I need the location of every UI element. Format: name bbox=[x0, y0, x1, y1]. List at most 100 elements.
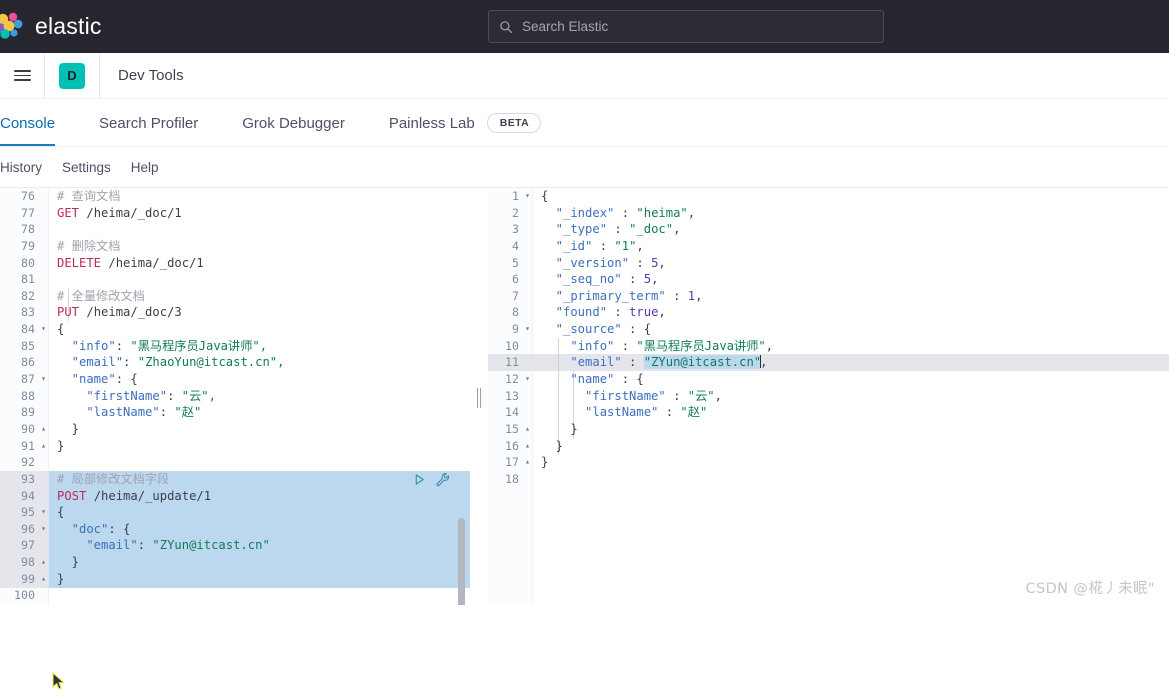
request-editor-pane[interactable]: 76# 查询文档77GET /heima/_doc/17879# 删除文档80D… bbox=[0, 188, 470, 608]
line-number: 6 bbox=[488, 271, 522, 288]
code-line[interactable]: 99▴} bbox=[0, 571, 470, 588]
code-line[interactable]: 18 bbox=[488, 471, 1169, 488]
console-editor-area: 76# 查询文档77GET /heima/_doc/17879# 删除文档80D… bbox=[0, 188, 1169, 608]
play-triangle-icon[interactable] bbox=[413, 473, 426, 491]
history-button[interactable]: History bbox=[0, 160, 42, 175]
mouse-cursor bbox=[52, 672, 66, 692]
console-sub-toolbar: History Settings Help bbox=[0, 147, 1169, 188]
code-line[interactable]: 87▾ "name": { bbox=[0, 371, 470, 388]
line-number: 11 bbox=[488, 354, 522, 371]
code-line[interactable]: 13 "firstName" : "云", bbox=[488, 388, 1169, 405]
help-button[interactable]: Help bbox=[131, 160, 159, 175]
code-line[interactable]: 8 "found" : true, bbox=[488, 304, 1169, 321]
settings-button[interactable]: Settings bbox=[62, 160, 111, 175]
fold-toggle-icon[interactable]: ▾ bbox=[38, 321, 49, 338]
code-line[interactable]: 92 bbox=[0, 454, 470, 471]
line-number: 91 bbox=[0, 438, 38, 455]
tab-label: Grok Debugger bbox=[242, 115, 345, 132]
request-actions[interactable] bbox=[413, 473, 450, 490]
code-line[interactable]: 91▴} bbox=[0, 438, 470, 455]
response-viewer-pane[interactable]: 1▾{2 "_index" : "heima",3 "_type" : "_do… bbox=[488, 188, 1169, 608]
line-number: 79 bbox=[0, 238, 38, 255]
code-line[interactable]: 88 "firstName": "云", bbox=[0, 388, 470, 405]
code-line[interactable]: 82# 全量修改文档 bbox=[0, 288, 470, 305]
code-line[interactable]: 83PUT /heima/_doc/3 bbox=[0, 304, 470, 321]
tab-painless-lab[interactable]: Painless Lab BETA bbox=[367, 100, 563, 146]
line-number: 16 bbox=[488, 438, 522, 455]
fold-toggle-icon[interactable]: ▴ bbox=[522, 421, 533, 438]
beta-badge: BETA bbox=[487, 113, 541, 133]
left-editor-scrollbar[interactable] bbox=[458, 518, 465, 608]
tab-search-profiler[interactable]: Search Profiler bbox=[77, 100, 220, 146]
code-line[interactable]: 11 "email" : "ZYun@itcast.cn", bbox=[488, 354, 1169, 371]
code-line[interactable]: 96▾ "doc": { bbox=[0, 521, 470, 538]
code-line[interactable]: 2 "_index" : "heima", bbox=[488, 205, 1169, 222]
code-line[interactable]: 76# 查询文档 bbox=[0, 188, 470, 205]
search-input[interactable] bbox=[522, 19, 873, 34]
code-line[interactable]: 100 bbox=[0, 587, 470, 604]
drag-handle-icon[interactable] bbox=[476, 387, 483, 409]
code-line[interactable]: 81 bbox=[0, 271, 470, 288]
code-line[interactable]: 94POST /heima/_update/1 bbox=[0, 488, 470, 505]
code-line[interactable]: 86 "email": "ZhaoYun@itcast.cn", bbox=[0, 354, 470, 371]
code-line[interactable]: 9▾ "_source" : { bbox=[488, 321, 1169, 338]
code-line[interactable]: 95▾{ bbox=[0, 504, 470, 521]
code-text: } bbox=[533, 421, 1169, 438]
global-search-bar[interactable] bbox=[488, 10, 884, 43]
fold-toggle-icon[interactable]: ▴ bbox=[522, 438, 533, 455]
code-line[interactable]: 4 "_id" : "1", bbox=[488, 238, 1169, 255]
response-code[interactable]: 1▾{2 "_index" : "heima",3 "_type" : "_do… bbox=[488, 188, 1169, 488]
fold-toggle-icon[interactable]: ▾ bbox=[38, 371, 49, 388]
tab-console[interactable]: Console bbox=[0, 100, 77, 146]
code-line[interactable]: 15▴ } bbox=[488, 421, 1169, 438]
line-number: 86 bbox=[0, 354, 38, 371]
line-number: 80 bbox=[0, 255, 38, 272]
code-text: "email": "ZYun@itcast.cn" bbox=[49, 537, 470, 554]
code-text: } bbox=[533, 454, 1169, 471]
code-line[interactable]: 97 "email": "ZYun@itcast.cn" bbox=[0, 537, 470, 554]
code-text: "info": "黑马程序员Java讲师", bbox=[49, 338, 470, 355]
fold-toggle-icon[interactable]: ▾ bbox=[522, 371, 533, 388]
code-line[interactable]: 90▴ } bbox=[0, 421, 470, 438]
code-line[interactable]: 17▴} bbox=[488, 454, 1169, 471]
hamburger-menu-icon[interactable] bbox=[0, 53, 44, 99]
request-code[interactable]: 76# 查询文档77GET /heima/_doc/17879# 删除文档80D… bbox=[0, 188, 470, 604]
fold-toggle-icon[interactable]: ▴ bbox=[38, 421, 49, 438]
fold-toggle-icon[interactable]: ▴ bbox=[38, 554, 49, 571]
fold-toggle-icon[interactable]: ▾ bbox=[522, 321, 533, 338]
header-divider bbox=[44, 53, 45, 99]
code-line[interactable]: 6 "_seq_no" : 5, bbox=[488, 271, 1169, 288]
code-line[interactable]: 85 "info": "黑马程序员Java讲师", bbox=[0, 338, 470, 355]
code-line[interactable]: 79# 删除文档 bbox=[0, 238, 470, 255]
code-line[interactable]: 80DELETE /heima/_doc/1 bbox=[0, 255, 470, 272]
brand[interactable]: elastic bbox=[0, 12, 102, 42]
fold-toggle-icon[interactable]: ▴ bbox=[38, 571, 49, 588]
code-text: PUT /heima/_doc/3 bbox=[49, 304, 470, 321]
code-line[interactable]: 84▾{ bbox=[0, 321, 470, 338]
tab-grok-debugger[interactable]: Grok Debugger bbox=[220, 100, 367, 146]
code-line[interactable]: 98▴ } bbox=[0, 554, 470, 571]
watermark: CSDN @椛丿未眠" bbox=[1025, 577, 1155, 598]
code-line[interactable]: 3 "_type" : "_doc", bbox=[488, 221, 1169, 238]
fold-toggle-icon[interactable]: ▾ bbox=[522, 188, 533, 205]
code-line[interactable]: 5 "_version" : 5, bbox=[488, 255, 1169, 272]
fold-toggle-icon[interactable]: ▾ bbox=[38, 521, 49, 538]
code-line[interactable]: 7 "_primary_term" : 1, bbox=[488, 288, 1169, 305]
code-line[interactable]: 1▾{ bbox=[488, 188, 1169, 205]
code-line[interactable]: 78 bbox=[0, 221, 470, 238]
fold-toggle-icon[interactable]: ▴ bbox=[522, 454, 533, 471]
code-text: } bbox=[533, 438, 1169, 455]
code-line[interactable]: 12▾ "name" : { bbox=[488, 371, 1169, 388]
code-line[interactable]: 89 "lastName": "赵" bbox=[0, 404, 470, 421]
fold-toggle-icon[interactable]: ▾ bbox=[38, 504, 49, 521]
code-line[interactable]: 77GET /heima/_doc/1 bbox=[0, 205, 470, 222]
tab-label: Painless Lab bbox=[389, 115, 475, 132]
fold-toggle-icon[interactable]: ▴ bbox=[38, 438, 49, 455]
pane-divider[interactable] bbox=[470, 188, 488, 608]
code-line[interactable]: 10 "info" : "黑马程序员Java讲师", bbox=[488, 338, 1169, 355]
code-line[interactable]: 16▴ } bbox=[488, 438, 1169, 455]
code-line[interactable]: 93# 局部修改文档字段 bbox=[0, 471, 470, 488]
wrench-icon[interactable] bbox=[435, 472, 450, 492]
line-number: 85 bbox=[0, 338, 38, 355]
code-line[interactable]: 14 "lastName" : "赵" bbox=[488, 404, 1169, 421]
